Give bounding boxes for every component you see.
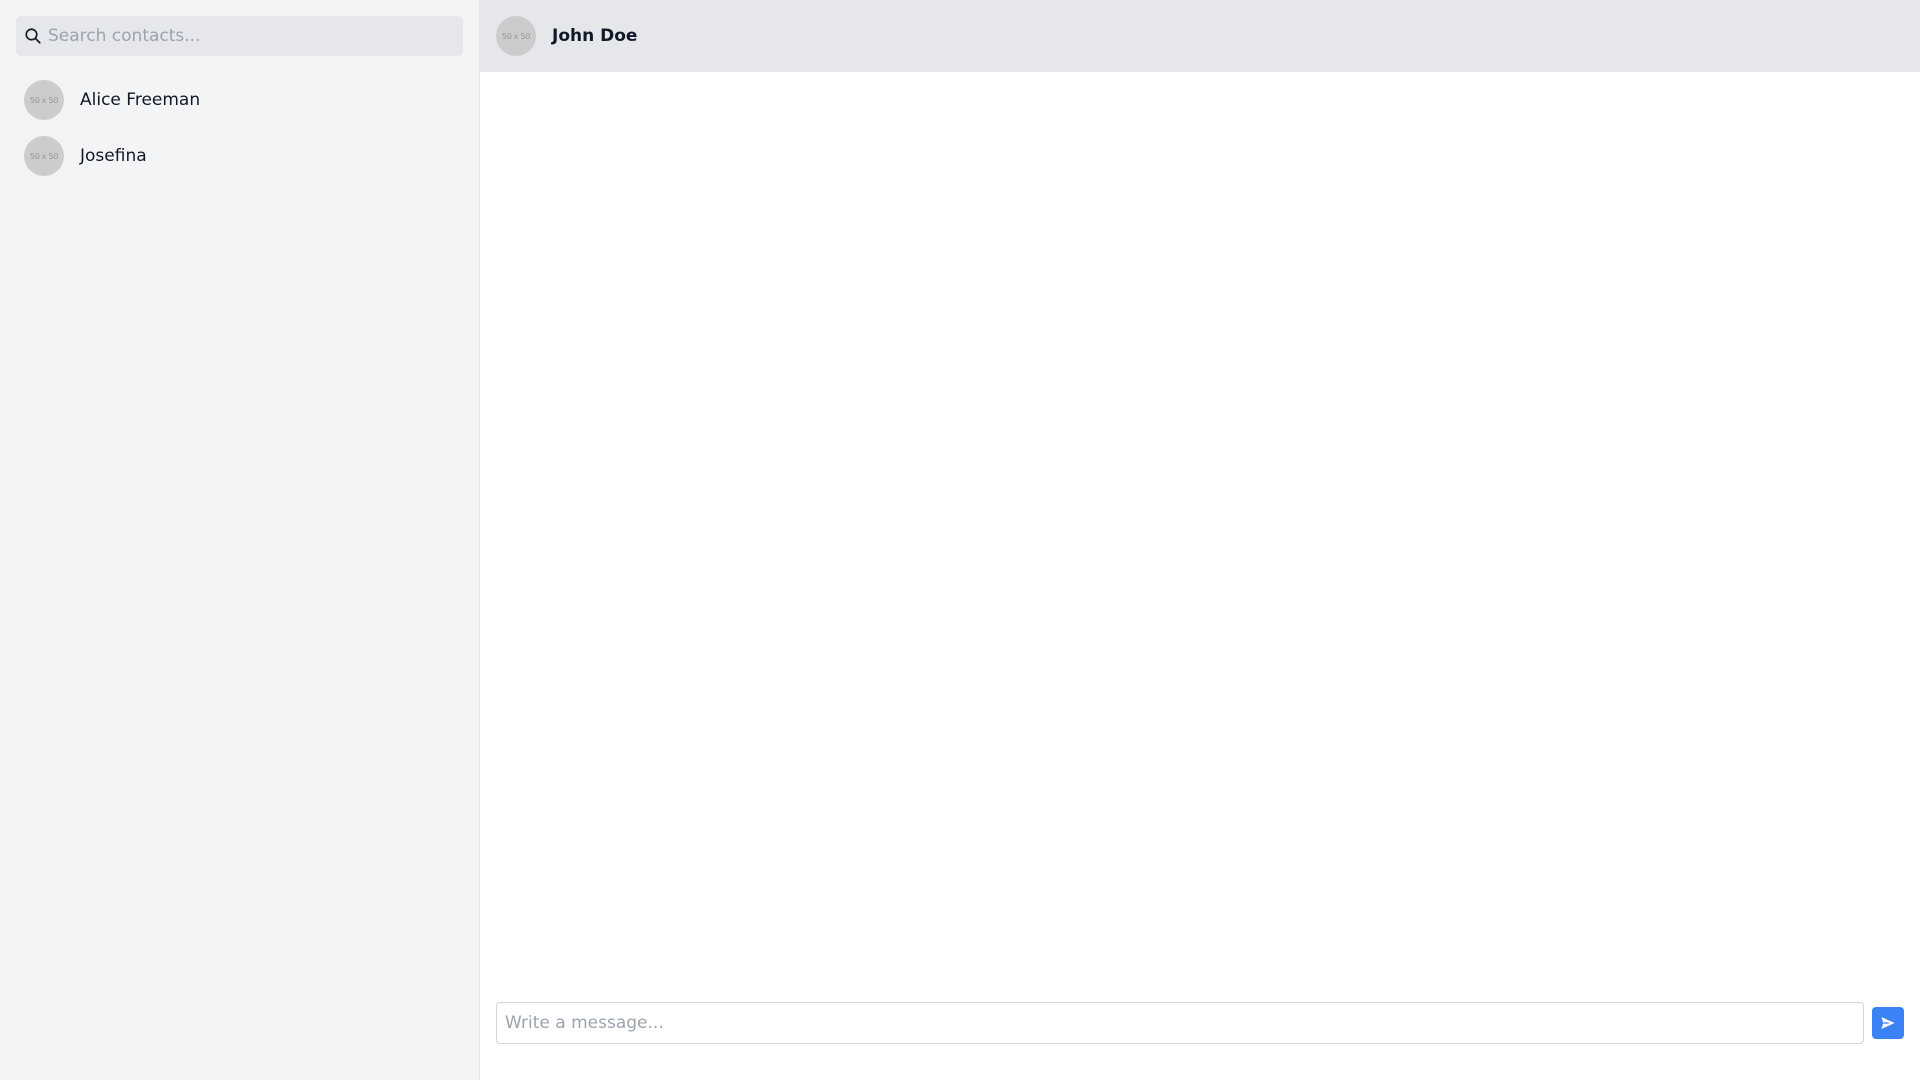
chat-header: 50 x 50 John Doe [480, 0, 1920, 72]
contact-list: 50 x 50 Alice Freeman 50 x 50 Josefina [16, 80, 463, 176]
avatar: 50 x 50 [24, 80, 64, 120]
contacts-sidebar: 50 x 50 Alice Freeman 50 x 50 Josefina [0, 0, 480, 1080]
chat-avatar: 50 x 50 [496, 16, 536, 56]
message-composer [480, 1002, 1920, 1080]
chat-panel: 50 x 50 John Doe [480, 0, 1920, 1080]
chat-contact-name: John Doe [552, 26, 638, 46]
contact-item-alice-freeman[interactable]: 50 x 50 Alice Freeman [16, 80, 463, 120]
send-icon [1881, 1017, 1895, 1029]
message-area [480, 72, 1920, 1002]
contact-item-josefina[interactable]: 50 x 50 Josefina [16, 136, 463, 176]
search-input[interactable] [16, 16, 463, 56]
chat-app: 50 x 50 Alice Freeman 50 x 50 Josefina 5… [0, 0, 1920, 1080]
search-box [16, 16, 463, 56]
contact-name: Josefina [80, 146, 147, 166]
message-input[interactable] [496, 1002, 1864, 1044]
avatar: 50 x 50 [24, 136, 64, 176]
send-button[interactable] [1872, 1007, 1904, 1039]
contact-name: Alice Freeman [80, 90, 201, 110]
